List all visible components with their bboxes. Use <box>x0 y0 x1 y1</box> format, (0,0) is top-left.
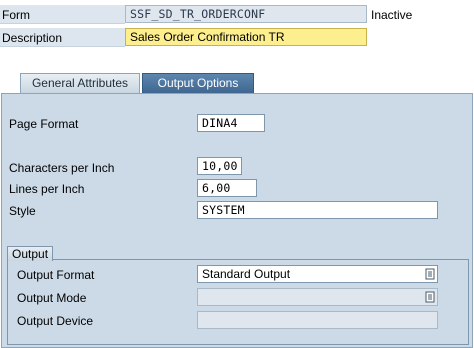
output-mode-select[interactable] <box>197 288 438 306</box>
output-format-label: Output Format <box>17 268 95 282</box>
form-label: Form <box>2 8 30 22</box>
tab-output-options[interactable]: Output Options <box>142 73 254 93</box>
cpi-field[interactable]: 10,00 <box>197 157 242 175</box>
form-name-field[interactable]: SSF_SD_TR_ORDERCONF <box>125 5 367 23</box>
output-mode-label: Output Mode <box>17 291 87 305</box>
page-format-label: Page Format <box>9 117 79 131</box>
lpi-label: Lines per Inch <box>9 182 85 196</box>
style-field[interactable]: SYSTEM <box>197 201 438 219</box>
output-format-select[interactable]: Standard Output <box>197 265 438 283</box>
output-format-value: Standard Output <box>202 267 291 281</box>
status-text: Inactive <box>371 8 413 22</box>
description-field[interactable]: Sales Order Confirmation TR <box>125 28 367 46</box>
style-label: Style <box>9 204 36 218</box>
lpi-field[interactable]: 6,00 <box>197 179 257 197</box>
tab-general-attributes[interactable]: General Attributes <box>20 73 140 93</box>
value-help-icon[interactable] <box>425 291 435 303</box>
output-device-label: Output Device <box>17 314 94 328</box>
output-group-title: Output <box>7 246 53 261</box>
output-device-field[interactable] <box>197 311 438 329</box>
page-format-field[interactable]: DINA4 <box>197 114 265 132</box>
value-help-icon[interactable] <box>425 268 435 280</box>
cpi-label: Characters per Inch <box>9 161 115 175</box>
description-label: Description <box>2 31 63 45</box>
